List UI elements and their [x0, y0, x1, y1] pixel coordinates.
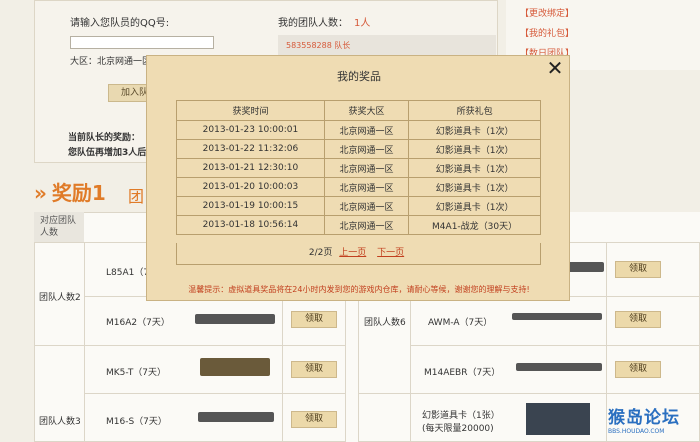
- team-count-label: 我的团队人数：: [278, 18, 348, 29]
- table-row: 2013-01-21 12:30:10 北京网通一区 幻影道具卡（1次）: [176, 158, 541, 178]
- prev-page-link[interactable]: 上一页: [339, 248, 366, 258]
- table-cell: 幻影道具卡（1次）: [408, 120, 541, 140]
- my-prizes-modal: 我的奖品 ✕ 获奖时间 获奖大区 所获礼包 2013-01-23 10:00:0…: [146, 55, 570, 301]
- item-name: M16A2（7天）: [106, 318, 170, 328]
- region-label: 大区：北京网通一区: [70, 57, 152, 67]
- column-header: 获奖时间: [176, 100, 325, 121]
- table-cell: 幻影道具卡（1次）: [408, 177, 541, 197]
- pagination: 2/2页 上一页 下一页: [176, 243, 541, 265]
- table-cell: 2013-01-20 10:00:03: [176, 177, 325, 197]
- table-cell: 北京网通一区: [323, 196, 410, 216]
- table-row: 2013-01-20 10:00:03 北京网通一区 幻影道具卡（1次）: [176, 177, 541, 197]
- chevron-right-icon: »: [34, 181, 47, 205]
- watermark-url: BBS.HOUDAO.COM: [608, 428, 665, 435]
- item-name: MK5-T（7天）: [106, 368, 167, 378]
- claim-button[interactable]: 领取: [615, 361, 661, 378]
- prizes-table: 获奖时间 获奖大区 所获礼包 2013-01-23 10:00:01 北京网通一区…: [176, 100, 541, 235]
- table-row: 2013-01-19 10:00:15 北京网通一区 幻影道具卡（1次）: [176, 196, 541, 216]
- notice-tip: 温馨提示：虚拟道具奖品将在24小时内发到您的游戏内仓库，请耐心等候，谢谢您的理解…: [188, 285, 530, 294]
- reward-note-2: 您队伍再增加3人后: [68, 148, 147, 158]
- leader-line: 583558288 队长: [286, 41, 351, 50]
- reward-section-title: » 奖励1: [34, 181, 106, 205]
- page-info: 2/2页: [308, 248, 333, 258]
- table-cell: 2013-01-18 10:56:14: [176, 215, 325, 235]
- item-name: L85A1（7: [106, 268, 150, 278]
- table-cell: 2013-01-23 10:00:01: [176, 120, 325, 140]
- column-header: 所获礼包: [408, 100, 541, 121]
- item-name: 幻影道具卡（1张）: [422, 411, 500, 421]
- table-row: 2013-01-22 11:32:06 北京网通一区 幻影道具卡（1次）: [176, 139, 541, 159]
- table-cell: 2013-01-19 10:00:15: [176, 196, 325, 216]
- claim-button[interactable]: 领取: [291, 311, 337, 328]
- divider: [606, 242, 607, 442]
- divider: [410, 345, 700, 346]
- table-cell: 北京网通一区: [323, 158, 410, 178]
- team-size-label: 团队人数3: [39, 417, 81, 427]
- claim-button[interactable]: 领取: [615, 261, 661, 278]
- table-cell: M4A1-战龙（30天）: [408, 215, 541, 235]
- item-name: AWM-A（7天）: [428, 318, 493, 328]
- qq-input[interactable]: [70, 36, 214, 49]
- team-size-label: 团队人数6: [364, 318, 406, 328]
- table-cell: 北京网通一区: [323, 215, 410, 235]
- divider: [358, 393, 700, 394]
- table-row: 2013-01-23 10:00:01 北京网通一区 幻影道具卡（1次）: [176, 120, 541, 140]
- sniper-image: [512, 313, 602, 320]
- reward-note-1: 当前队长的奖励：: [68, 133, 141, 143]
- watermark-text: 猴岛论坛: [608, 408, 680, 428]
- claim-button[interactable]: 领取: [291, 411, 337, 428]
- prop-card-image: [526, 403, 590, 435]
- close-icon[interactable]: ✕: [545, 58, 565, 79]
- qq-label: 请输入您队员的QQ号:: [70, 18, 170, 29]
- claim-button[interactable]: 领取: [291, 361, 337, 378]
- rifle-image: [198, 412, 274, 422]
- rifle-image: [516, 363, 602, 371]
- divider: [34, 345, 346, 346]
- table-cell: 北京网通一区: [323, 177, 410, 197]
- rifle-image: [195, 314, 275, 324]
- smg-image: [200, 358, 270, 376]
- divider: [84, 242, 85, 442]
- team-count-value: 1人: [354, 18, 371, 29]
- item-name: M14AEBR（7天）: [424, 368, 501, 378]
- modal-title: 我的奖品: [337, 70, 381, 83]
- column-header-team: 对应团队人数: [34, 212, 84, 242]
- next-page-link[interactable]: 下一页: [377, 248, 404, 258]
- divider: [84, 393, 346, 394]
- table-cell: 北京网通一区: [323, 120, 410, 140]
- my-gift-link[interactable]: 【我的礼包】: [520, 26, 574, 39]
- table-cell: 幻影道具卡（1次）: [408, 139, 541, 159]
- column-header: 获奖大区: [323, 100, 410, 121]
- table-cell: 2013-01-22 11:32:06: [176, 139, 325, 159]
- table-cell: 北京网通一区: [323, 139, 410, 159]
- team-size-label: 团队人数2: [39, 293, 81, 303]
- table-row: 2013-01-18 10:56:14 北京网通一区 M4A1-战龙（30天）: [176, 215, 541, 235]
- table-cell: 幻影道具卡（1次）: [408, 158, 541, 178]
- reward-section-subtitle: 团: [128, 187, 145, 206]
- watermark-logo: 猴岛论坛 BBS.HOUDAO.COM: [608, 403, 700, 442]
- table-cell: 2013-01-21 12:30:10: [176, 158, 325, 178]
- item-limit: (每天限量20000): [422, 424, 494, 434]
- change-binding-link[interactable]: 【更改绑定】: [520, 6, 574, 19]
- table-cell: 幻影道具卡（1次）: [408, 196, 541, 216]
- claim-button[interactable]: 领取: [615, 311, 661, 328]
- item-name: M16-S（7天）: [106, 417, 167, 427]
